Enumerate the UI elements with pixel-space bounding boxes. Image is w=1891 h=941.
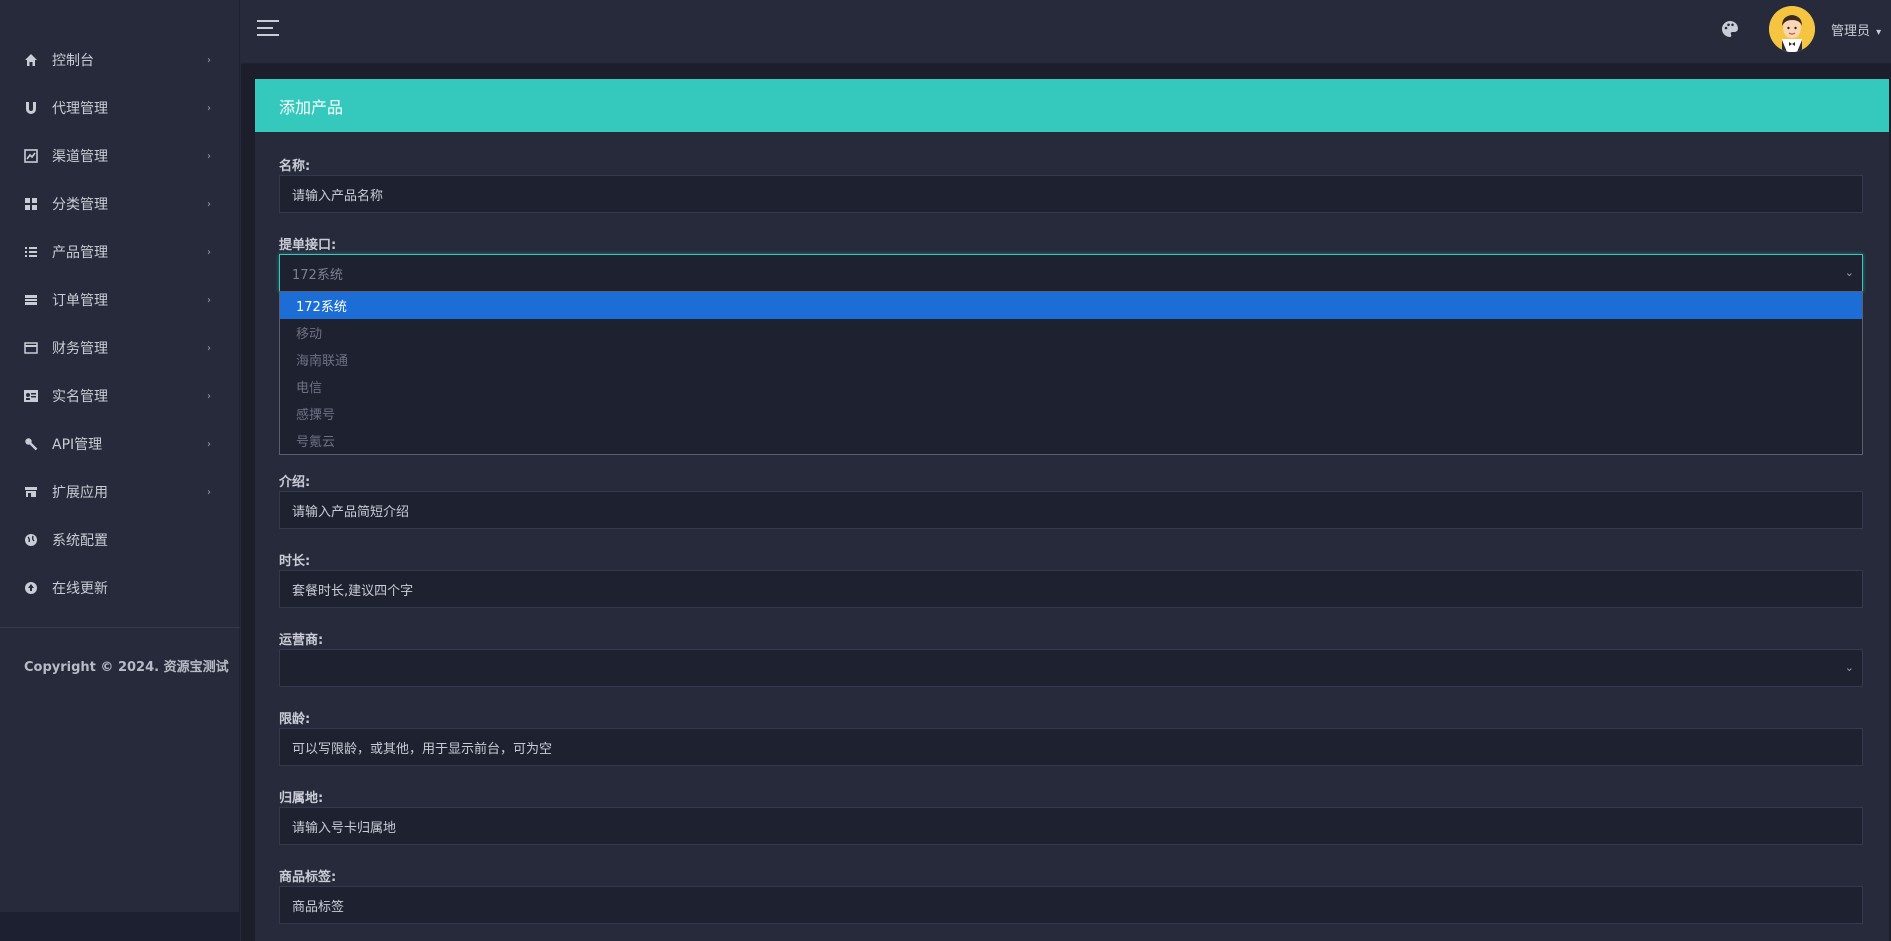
sidebar-divider [0, 627, 240, 628]
sidebar-item-channels[interactable]: 渠道管理 › [0, 132, 239, 180]
sidebar-item-update[interactable]: 在线更新 [0, 564, 239, 612]
dropdown-option[interactable]: 海南联通 [280, 346, 1862, 373]
palette-icon[interactable] [1721, 20, 1741, 40]
sidebar-item-realname[interactable]: 实名管理 › [0, 372, 239, 420]
copyright: Copyright © 2024. 资源宝测试 [24, 660, 229, 675]
intro-input[interactable]: 请输入产品简短介绍 [279, 491, 1863, 529]
table-icon [22, 291, 40, 309]
chevron-right-icon: › [207, 294, 211, 306]
card-icon [22, 339, 40, 357]
globe-icon [22, 531, 40, 549]
chevron-right-icon: › [207, 246, 211, 258]
chevron-down-icon: ⌄ [1844, 266, 1854, 279]
sidebar-item-label: 控制台 [52, 53, 94, 69]
api-dropdown: 172系统 移动 海南联通 电信 感搮号 号氪云 [279, 291, 1863, 455]
sidebar-item-categories[interactable]: 分类管理 › [0, 180, 239, 228]
sidebar-item-label: 实名管理 [52, 389, 108, 405]
chevron-right-icon: › [207, 390, 211, 402]
sidebar-item-finance[interactable]: 财务管理 › [0, 324, 239, 372]
avatar[interactable] [1769, 6, 1815, 52]
tags-label: 商品标签: [279, 870, 337, 885]
intro-label: 介绍: [279, 475, 311, 490]
sidebar-item-products[interactable]: 产品管理 › [0, 228, 239, 276]
chevron-right-icon: › [207, 54, 211, 66]
carrier-label: 运营商: [279, 633, 324, 648]
sidebar-item-label: 扩展应用 [52, 485, 108, 501]
sidebar-item-api[interactable]: API管理 › [0, 420, 239, 468]
sidebar-item-settings[interactable]: 系统配置 [0, 516, 239, 564]
chevron-right-icon: › [207, 486, 211, 498]
sidebar-item-label: 在线更新 [52, 581, 108, 597]
sidebar-item-label: 订单管理 [52, 293, 108, 309]
chevron-right-icon: › [207, 150, 211, 162]
tags-input[interactable]: 商品标签 [279, 886, 1863, 924]
sidebar-item-extensions[interactable]: 扩展应用 › [0, 468, 239, 516]
list-icon [22, 243, 40, 261]
sidebar-nav: 控制台 › 代理管理 › 渠道管理 › 分类管理 › 产品管理 › 订单管理 › [0, 0, 239, 612]
card-title: 添加产品 [255, 79, 1889, 132]
sidebar-footer-bar [0, 912, 240, 941]
chevron-right-icon: › [207, 198, 211, 210]
chart-icon [22, 147, 40, 165]
sidebar-item-label: 产品管理 [52, 245, 108, 261]
dropdown-option[interactable]: 号氪云 [280, 427, 1862, 454]
sidebar-item-label: 代理管理 [52, 101, 108, 117]
grid-icon [22, 195, 40, 213]
carrier-select[interactable]: ⌄ [279, 649, 1863, 687]
region-input[interactable]: 请输入号卡归属地 [279, 807, 1863, 845]
age-limit-label: 限龄: [279, 712, 311, 727]
region-label: 归属地: [279, 791, 324, 806]
sidebar-item-label: 财务管理 [52, 341, 108, 357]
dropdown-option[interactable]: 电信 [280, 373, 1862, 400]
chevron-down-icon: ⌄ [1844, 661, 1854, 674]
sidebar-item-label: 分类管理 [52, 197, 108, 213]
chevron-right-icon: › [207, 438, 211, 450]
chevron-right-icon: › [207, 342, 211, 354]
api-label: 提单接口: [279, 238, 337, 253]
caret-down-icon: ▾ [1876, 27, 1882, 38]
sidebar-item-label: 渠道管理 [52, 149, 108, 165]
user-menu[interactable]: 管理员 ▾ [1831, 20, 1881, 39]
add-product-card: 添加产品 名称: 请输入产品名称 提单接口: 172系统 ⌄ 172系统 移动 … [255, 79, 1889, 941]
duration-input[interactable]: 套餐时长,建议四个字 [279, 570, 1863, 608]
top-header: 管理员 ▾ [241, 0, 1891, 64]
store-icon [22, 483, 40, 501]
main-content: 添加产品 名称: 请输入产品名称 提单接口: 172系统 ⌄ 172系统 移动 … [241, 64, 1891, 941]
dropdown-option[interactable]: 172系统 [280, 292, 1862, 319]
api-select[interactable]: 172系统 ⌄ [279, 254, 1863, 292]
product-name-input[interactable]: 请输入产品名称 [279, 175, 1863, 213]
sidebar-item-orders[interactable]: 订单管理 › [0, 276, 239, 324]
api-select-value: 172系统 [292, 267, 343, 283]
sidebar-item-dashboard[interactable]: 控制台 › [0, 36, 239, 84]
menu-toggle-button[interactable] [257, 20, 279, 38]
sidebar: 控制台 › 代理管理 › 渠道管理 › 分类管理 › 产品管理 › 订单管理 › [0, 0, 240, 941]
dropdown-option[interactable]: 移动 [280, 319, 1862, 346]
sidebar-item-label: API管理 [52, 437, 103, 453]
sidebar-item-agents[interactable]: 代理管理 › [0, 84, 239, 132]
wrench-icon [22, 435, 40, 453]
age-limit-input[interactable]: 可以写限龄，或其他，用于显示前台，可为空 [279, 728, 1863, 766]
user-name: 管理员 [1831, 24, 1871, 39]
sidebar-item-label: 系统配置 [52, 533, 108, 549]
home-icon [22, 51, 40, 69]
magnet-icon [22, 99, 40, 117]
name-label: 名称: [279, 159, 311, 174]
duration-label: 时长: [279, 554, 311, 569]
chevron-right-icon: › [207, 102, 211, 114]
dropdown-option[interactable]: 感搮号 [280, 400, 1862, 427]
id-card-icon [22, 387, 40, 405]
upload-icon [22, 579, 40, 597]
